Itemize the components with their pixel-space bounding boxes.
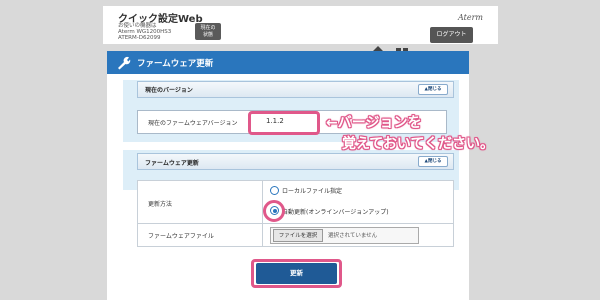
current-status-button[interactable]: 現在の 状態: [195, 23, 221, 40]
update-section-title: ファームウェア更新: [145, 160, 199, 167]
annotation-line-2: 覚えておいてください。: [342, 136, 495, 152]
file-status-text: 選択されていません: [328, 233, 378, 239]
status-button-line-1: 現在の: [200, 25, 216, 31]
version-highlight-box: [248, 111, 320, 135]
local-file-radio-label[interactable]: ローカルファイル指定: [282, 186, 342, 195]
status-button-line-2: 状態: [202, 32, 213, 38]
file-select-button[interactable]: ファイルを選択: [273, 229, 323, 242]
wrench-icon: [118, 56, 131, 70]
logout-button[interactable]: ログアウト: [430, 27, 473, 43]
local-file-radio[interactable]: [270, 186, 279, 195]
firmware-version-label: 現在のファームウェアバージョン: [148, 120, 238, 127]
auto-update-radio-label[interactable]: 自動更新(オンラインバージョンアップ): [282, 207, 389, 216]
update-method-label: 更新方法: [148, 201, 173, 208]
version-section-title: 現在のバージョン: [145, 87, 193, 94]
update-button[interactable]: 更新: [256, 263, 337, 284]
device-line-3: ATERM-D62099: [118, 35, 161, 41]
annotation-line-1: ←バージョンを: [326, 115, 422, 131]
version-close-button[interactable]: ▲閉じる: [418, 84, 448, 95]
radio-highlight-circle: [263, 200, 285, 222]
brand-logo: Aterm: [458, 13, 483, 22]
firmware-file-label: ファームウェアファイル: [148, 233, 214, 240]
page-title: ファームウェア更新: [137, 59, 214, 69]
update-close-button[interactable]: ▲閉じる: [418, 156, 448, 167]
